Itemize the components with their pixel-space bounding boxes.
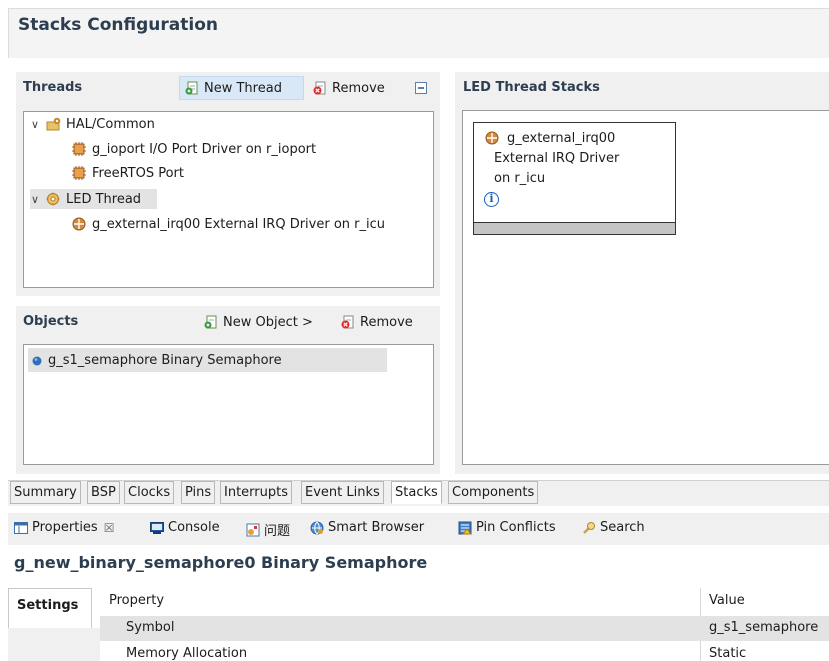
tab-clocks[interactable]: Clocks <box>124 481 175 504</box>
threads-header: Threads <box>23 80 83 95</box>
led-stacks-header: LED Thread Stacks <box>463 80 600 95</box>
new-object-button[interactable]: New Object > <box>199 310 331 334</box>
tree-item-label: FreeRTOS Port <box>92 165 185 181</box>
settings-side-area <box>8 628 100 661</box>
view-tab-problems[interactable]: 问题 <box>246 520 290 539</box>
column-header-value: Value <box>709 593 745 608</box>
tree-item-label: LED Thread <box>66 191 142 207</box>
module-footer-bar <box>474 222 675 234</box>
driver-icon <box>72 217 86 231</box>
new-object-label: New Object > <box>223 314 313 330</box>
settings-tab[interactable]: Settings <box>8 588 92 628</box>
new-thread-button[interactable]: New Thread <box>179 76 304 100</box>
view-tab-label: 问题 <box>264 524 291 539</box>
semaphore-icon <box>32 355 42 366</box>
collapse-icon[interactable] <box>415 82 427 94</box>
view-tab-label: Search <box>600 520 645 535</box>
tab-interrupts[interactable]: Interrupts <box>220 481 292 504</box>
view-tab-label: Pin Conflicts <box>476 520 556 535</box>
remove-object-label: Remove <box>360 314 413 330</box>
module-line-2: External IRQ Driver <box>494 151 620 166</box>
remove-thread-label: Remove <box>332 80 385 96</box>
tab-summary[interactable]: Summary <box>10 481 81 504</box>
remove-icon <box>341 315 355 329</box>
column-header-property: Property <box>109 593 165 608</box>
tree-item-ioport[interactable]: g_ioport I/O Port Driver on r_ioport <box>72 139 316 159</box>
tree-item-freertos-port[interactable]: FreeRTOS Port <box>72 163 184 183</box>
chevron-down-icon[interactable]: ∨ <box>30 118 40 131</box>
view-tab-label: Smart Browser <box>328 520 425 535</box>
tree-item-external-irq[interactable]: g_external_irq00 External IRQ Driver on … <box>72 214 385 234</box>
view-tab-label: Properties <box>32 520 98 535</box>
stacks-config-title: Stacks Configuration <box>18 15 218 35</box>
view-tab-label: Console <box>168 520 220 535</box>
pin-conflicts-icon <box>458 521 473 535</box>
remove-icon <box>313 81 327 95</box>
property-value-memory[interactable]: Static <box>709 646 746 661</box>
property-name-symbol: Symbol <box>126 620 175 635</box>
new-object-icon <box>204 315 218 329</box>
view-tab-search[interactable]: Search <box>582 520 645 535</box>
driver-icon <box>72 142 86 156</box>
console-icon <box>150 521 164 535</box>
module-line-1: g_external_irq00 <box>507 131 616 146</box>
problems-icon <box>246 523 260 537</box>
new-thread-label: New Thread <box>204 80 282 96</box>
info-icon[interactable]: i <box>484 192 499 207</box>
tree-item-label: g_external_irq00 External IRQ Driver on … <box>92 216 386 232</box>
remove-thread-button[interactable]: Remove <box>308 76 406 100</box>
tree-item-label: HAL/Common <box>66 116 155 132</box>
tree-item-label: g_ioport I/O Port Driver on r_ioport <box>92 141 317 157</box>
stack-module-box[interactable]: g_external_irq00 External IRQ Driver on … <box>473 122 676 235</box>
properties-title: g_new_binary_semaphore0 Binary Semaphore <box>14 553 428 572</box>
search-icon <box>582 521 596 535</box>
hal-folder-icon <box>46 117 61 131</box>
view-tab-pin-conflicts[interactable]: Pin Conflicts <box>458 520 556 535</box>
chevron-down-icon[interactable]: ∨ <box>30 193 40 206</box>
smart-browser-icon <box>310 521 324 535</box>
view-tab-console[interactable]: Console <box>150 520 220 535</box>
tab-pins[interactable]: Pins <box>181 481 216 504</box>
properties-icon <box>14 521 28 535</box>
driver-icon <box>485 131 499 145</box>
thread-icon <box>46 192 60 206</box>
property-value-symbol[interactable]: g_s1_semaphore <box>709 620 818 635</box>
close-icon[interactable]: ☒ <box>104 521 115 535</box>
tab-bsp[interactable]: BSP <box>87 481 120 504</box>
tree-item-hal-common[interactable]: ∨ HAL/Common <box>30 114 155 134</box>
remove-object-button[interactable]: Remove <box>336 310 432 334</box>
module-line-3: on r_icu <box>494 171 546 186</box>
new-thread-icon <box>185 81 199 95</box>
objects-header: Objects <box>23 314 79 329</box>
tree-item-led-thread[interactable]: ∨ LED Thread <box>30 189 157 209</box>
list-item[interactable]: g_s1_semaphore Binary Semaphore <box>28 348 387 372</box>
tab-event-links[interactable]: Event Links <box>301 481 384 504</box>
property-name-memory: Memory Allocation <box>126 646 248 661</box>
view-tab-smart-browser[interactable]: Smart Browser <box>310 520 424 535</box>
tab-components[interactable]: Components <box>448 481 539 504</box>
view-tab-properties[interactable]: Properties ☒ <box>14 520 114 535</box>
driver-icon <box>72 166 86 180</box>
list-item-label: g_s1_semaphore Binary Semaphore <box>48 352 282 368</box>
tab-stacks[interactable]: Stacks <box>391 481 442 504</box>
